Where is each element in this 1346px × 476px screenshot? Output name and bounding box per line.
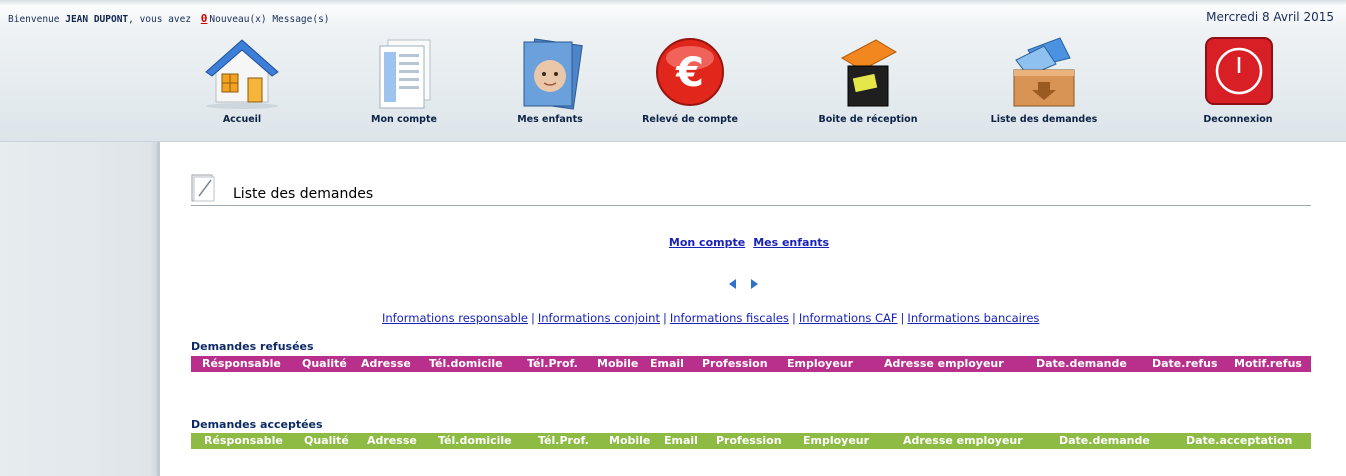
column-header: Email	[650, 357, 684, 370]
column-header: Qualité	[302, 357, 347, 370]
page-title: Liste des demandes	[233, 186, 374, 202]
column-header: Mobile	[597, 357, 639, 370]
nav-releve-de-compte[interactable]: € Relevé de compte	[630, 36, 750, 128]
notepad-icon	[191, 174, 215, 202]
quick-links: Mon compte Mes enfants	[0, 236, 1346, 249]
column-header: Profession	[716, 434, 782, 447]
accepted-section-title: Demandes acceptées	[191, 418, 323, 431]
column-header: Résponsable	[202, 357, 281, 370]
link-mes-enfants[interactable]: Mes enfants	[753, 236, 829, 249]
next-arrow-icon[interactable]	[751, 279, 758, 289]
link-informations-conjoint[interactable]: Informations conjoint	[538, 311, 660, 325]
child-photo-icon	[523, 38, 583, 110]
nav-label: Mon compte	[371, 114, 437, 125]
left-sidebar	[0, 142, 160, 476]
nav-label: Accueil	[222, 114, 262, 125]
column-header: Tél.Prof.	[527, 357, 578, 370]
box-icon	[1013, 37, 1075, 107]
title-divider	[191, 205, 1311, 206]
column-header: Tél.Prof.	[538, 434, 589, 447]
euro-icon: €	[656, 38, 724, 106]
accepted-table-header: Résponsable Qualité Adresse Tél.domicile…	[191, 433, 1311, 449]
refused-table-header: Résponsable Qualité Adresse Tél.domicile…	[191, 356, 1311, 372]
nav-label: Mes enfants	[517, 114, 583, 125]
column-header: Adresse employeur	[884, 357, 1004, 370]
column-header: Profession	[702, 357, 768, 370]
separator: |	[900, 311, 905, 325]
pager-arrows	[729, 279, 775, 293]
column-header: Date.demande	[1036, 357, 1127, 370]
previous-arrow-icon[interactable]	[729, 279, 736, 289]
info-links: Informations responsable | Informations co…	[382, 311, 1039, 325]
current-date: Mercredi 8 Avril 2015	[1206, 10, 1334, 24]
column-header: Date.refus	[1152, 357, 1218, 370]
column-header: Employeur	[803, 434, 870, 447]
column-header: Date.acceptation	[1186, 434, 1293, 447]
nav-mon-compte[interactable]: Mon compte	[344, 36, 464, 128]
nav-label: Liste des demandes	[990, 114, 1098, 125]
link-informations-bancaires[interactable]: Informations bancaires	[907, 311, 1039, 325]
separator: |	[662, 311, 667, 325]
column-header: Employeur	[787, 357, 854, 370]
documents-icon	[379, 39, 431, 109]
nav-label: Deconnexion	[1203, 114, 1273, 125]
nav-boite-de-reception[interactable]: Boite de réception	[808, 36, 928, 128]
nav-deconnexion[interactable]: Deconnexion	[1178, 36, 1298, 128]
refused-section-title: Demandes refusées	[191, 340, 314, 353]
user-name: JEAN DUPONT	[65, 14, 129, 25]
column-header: Mobile	[609, 434, 651, 447]
link-informations-caf[interactable]: Informations CAF	[799, 311, 898, 325]
message-suffix[interactable]: Nouveau(x) Message(s)	[209, 14, 329, 25]
power-icon	[1205, 37, 1273, 105]
welcome-prefix: Bienvenue	[8, 14, 60, 25]
link-mon-compte[interactable]: Mon compte	[669, 236, 745, 249]
message-count-link[interactable]: 0	[201, 12, 208, 25]
top-banner: Bienvenue JEAN DUPONT, vous avez 0 Nouvea…	[0, 0, 1346, 142]
column-header: Adresse employeur	[903, 434, 1023, 447]
svg-text:€: €	[675, 50, 704, 96]
welcome-message: Bienvenue JEAN DUPONT, vous avez 0 Nouvea…	[8, 12, 330, 25]
column-header: Motif.refus	[1234, 357, 1302, 370]
inbox-icon	[840, 39, 898, 107]
nav-liste-des-demandes[interactable]: Liste des demandes	[984, 36, 1104, 128]
link-informations-fiscales[interactable]: Informations fiscales	[670, 311, 789, 325]
separator: |	[531, 311, 535, 325]
column-header: Résponsable	[204, 434, 283, 447]
column-header: Tél.domicile	[429, 357, 503, 370]
column-header: Email	[664, 434, 698, 447]
link-informations-responsable[interactable]: Informations responsable	[382, 311, 528, 325]
nav-label: Boite de réception	[818, 114, 918, 125]
column-header: Adresse	[361, 357, 411, 370]
column-header: Date.demande	[1059, 434, 1150, 447]
column-header: Qualité	[304, 434, 349, 447]
nav-accueil[interactable]: Accueil	[182, 36, 302, 128]
nav-mes-enfants[interactable]: Mes enfants	[490, 36, 610, 128]
house-icon	[205, 39, 279, 109]
separator: |	[791, 311, 796, 325]
nav-label: Relevé de compte	[642, 114, 738, 125]
welcome-middle: , vous avez	[128, 14, 192, 25]
column-header: Tél.domicile	[438, 434, 512, 447]
column-header: Adresse	[367, 434, 417, 447]
